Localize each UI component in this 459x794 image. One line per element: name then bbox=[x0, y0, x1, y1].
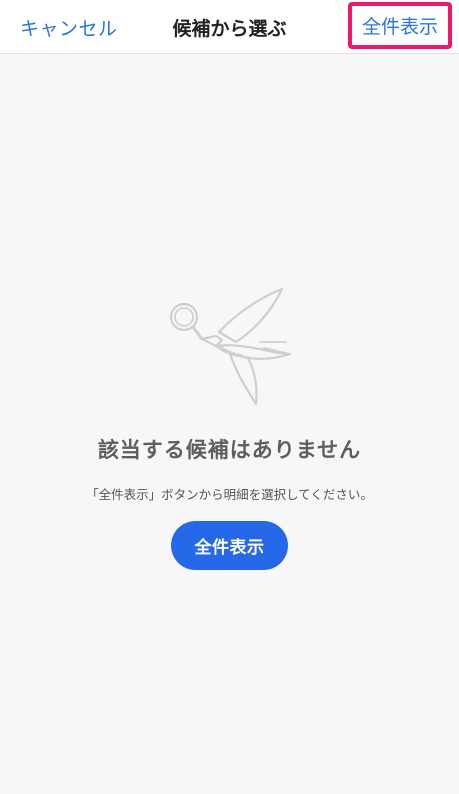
bird-with-magnifier-icon bbox=[164, 284, 294, 409]
navigation-bar: キャンセル 候補から選ぶ 全件表示 bbox=[0, 0, 459, 54]
candidate-picker-screen: キャンセル 候補から選ぶ 全件表示 該当する候補はありません 「全件表示」ボタン… bbox=[0, 0, 459, 794]
show-all-nav-button[interactable]: 全件表示 bbox=[348, 2, 452, 49]
show-all-button-label: 全件表示 bbox=[194, 538, 265, 558]
show-all-nav-label: 全件表示 bbox=[361, 16, 438, 38]
empty-state-title: 該当する候補はありません bbox=[97, 438, 362, 462]
empty-state-description: 「全件表示」ボタンから明細を選択してください。 bbox=[86, 487, 373, 502]
show-all-button[interactable]: 全件表示 bbox=[171, 521, 288, 570]
